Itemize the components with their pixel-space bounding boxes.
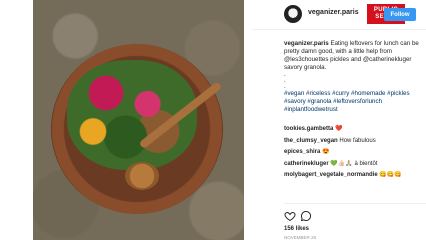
follow-button[interactable]: Follow	[384, 8, 416, 21]
caption-author[interactable]: veganizer.paris	[284, 40, 329, 47]
comment-user[interactable]: the_clumsy_vegan	[284, 138, 338, 144]
comment-icon[interactable]	[300, 210, 312, 222]
comment-text: ❤️	[335, 126, 343, 132]
heart-icon[interactable]	[284, 210, 296, 222]
comments-list: tookies.gambetta ❤️ the_clumsy_vegan How…	[284, 124, 426, 182]
post-date: NOVEMBER 28	[284, 235, 317, 240]
comment: catherinekluger 💚👍🏻🙏🏼 à bientôt	[284, 159, 426, 171]
spoon-head	[125, 162, 159, 190]
caption: veganizer.paris Eating leftovers for lun…	[284, 40, 426, 114]
post-header: veganizer.paris PUBLIC SENAT Follow	[252, 0, 426, 30]
username-link[interactable]: veganizer.paris	[308, 9, 359, 16]
comment: the_clumsy_vegan How fabulous	[284, 136, 426, 148]
comment-user[interactable]: tookies.gambetta	[284, 126, 333, 132]
post-panel: veganizer.paris PUBLIC SENAT Follow vega…	[252, 0, 426, 240]
likes-count[interactable]: 156 likes	[284, 226, 309, 232]
comment-text: 😍	[322, 149, 330, 155]
comment: tookies.gambetta ❤️	[284, 124, 426, 136]
comment-text: 💚👍🏻🙏🏼 à bientôt	[330, 160, 378, 167]
instagram-post: veganizer.paris PUBLIC SENAT Follow vega…	[0, 0, 426, 240]
divider	[284, 203, 426, 204]
post-photo	[33, 0, 244, 240]
comment-user[interactable]: catherinekluger	[284, 161, 329, 167]
comment: molybagert_vegetale_normandie 😋😋😋	[284, 170, 426, 182]
comment-user[interactable]: molybagert_vegetale_normandie	[284, 172, 378, 178]
comment-text: 😋😋😋	[379, 172, 402, 178]
avatar[interactable]	[284, 5, 302, 23]
comment-user[interactable]: epices_shira	[284, 149, 320, 155]
caption-hashtags[interactable]: #vegan #riceless #curry #homemade #pickl…	[284, 90, 410, 113]
comment-text: How fabulous	[339, 137, 376, 144]
comment: epices_shira 😍	[284, 147, 426, 159]
